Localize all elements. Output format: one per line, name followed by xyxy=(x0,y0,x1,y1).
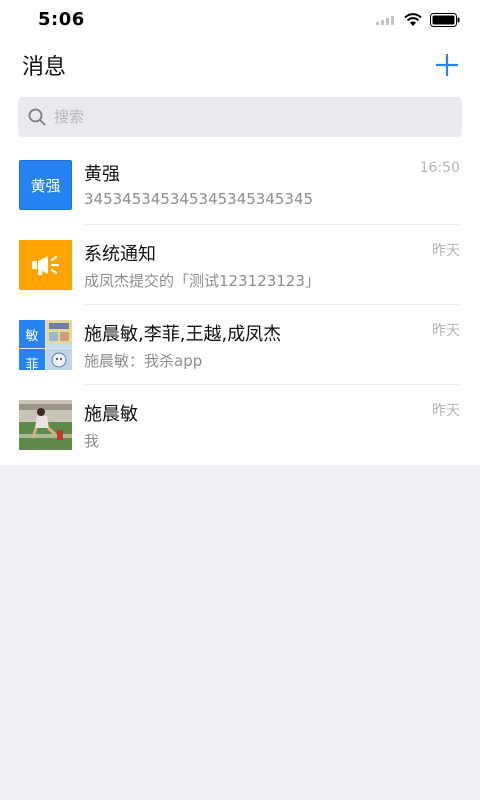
status-icons xyxy=(376,12,460,28)
message-screen: 5:06 消息 黄强 xyxy=(0,0,480,465)
conversation-name: 系统通知 xyxy=(84,244,156,265)
search-input[interactable] xyxy=(54,97,454,137)
conversation-name: 黄强 xyxy=(84,164,120,185)
avatar-photo xyxy=(19,400,72,450)
avatar-cell-image xyxy=(46,349,72,370)
conversation-preview: 我 xyxy=(84,432,100,450)
add-icon[interactable] xyxy=(434,52,460,78)
avatar: 黄强 xyxy=(19,160,72,210)
battery-icon xyxy=(430,13,460,27)
group-avatar: 敏 菲 xyxy=(19,320,72,370)
megaphone-icon xyxy=(31,255,59,275)
avatar xyxy=(19,240,72,290)
conversation-time: 昨天 xyxy=(432,243,460,259)
conversation-preview: 成凤杰提交的「测试123123123」 xyxy=(84,272,320,290)
avatar-thumbnail-icon xyxy=(46,349,72,370)
avatar-cell: 敏 xyxy=(19,320,45,348)
conversation-time: 昨天 xyxy=(432,403,460,419)
conversation-name: 施晨敏,李菲,王越,成凤杰 xyxy=(84,324,282,345)
wifi-icon xyxy=(404,13,422,26)
avatar-photo-image xyxy=(19,400,72,450)
conversation-name: 施晨敏 xyxy=(84,404,138,425)
conversation-time: 昨天 xyxy=(432,323,460,339)
avatar-thumbnail-icon xyxy=(46,320,72,344)
list-item[interactable]: 敏 菲 施晨敏,李菲,王越,成凤杰 施晨敏：我杀app 昨天 xyxy=(0,305,480,385)
avatar-text: 黄强 xyxy=(30,176,61,195)
avatar-cell: 菲 xyxy=(19,349,45,370)
search-icon xyxy=(28,108,46,126)
search-bar[interactable] xyxy=(18,97,462,137)
status-time: 5:06 xyxy=(38,9,85,30)
list-item[interactable]: 施晨敏 我 昨天 xyxy=(0,385,480,465)
conversation-preview: 345345345345345345345345 xyxy=(84,190,314,208)
list-item[interactable]: 系统通知 成凤杰提交的「测试123123123」 昨天 xyxy=(0,225,480,305)
conversation-time: 16:50 xyxy=(419,160,460,176)
avatar-cell-image xyxy=(46,320,72,348)
signal-icon xyxy=(376,16,394,25)
list-item[interactable]: 黄强 黄强 345345345345345345345345 16:50 xyxy=(0,145,480,225)
page-title: 消息 xyxy=(22,55,67,80)
conversation-preview: 施晨敏：我杀app xyxy=(84,352,203,370)
